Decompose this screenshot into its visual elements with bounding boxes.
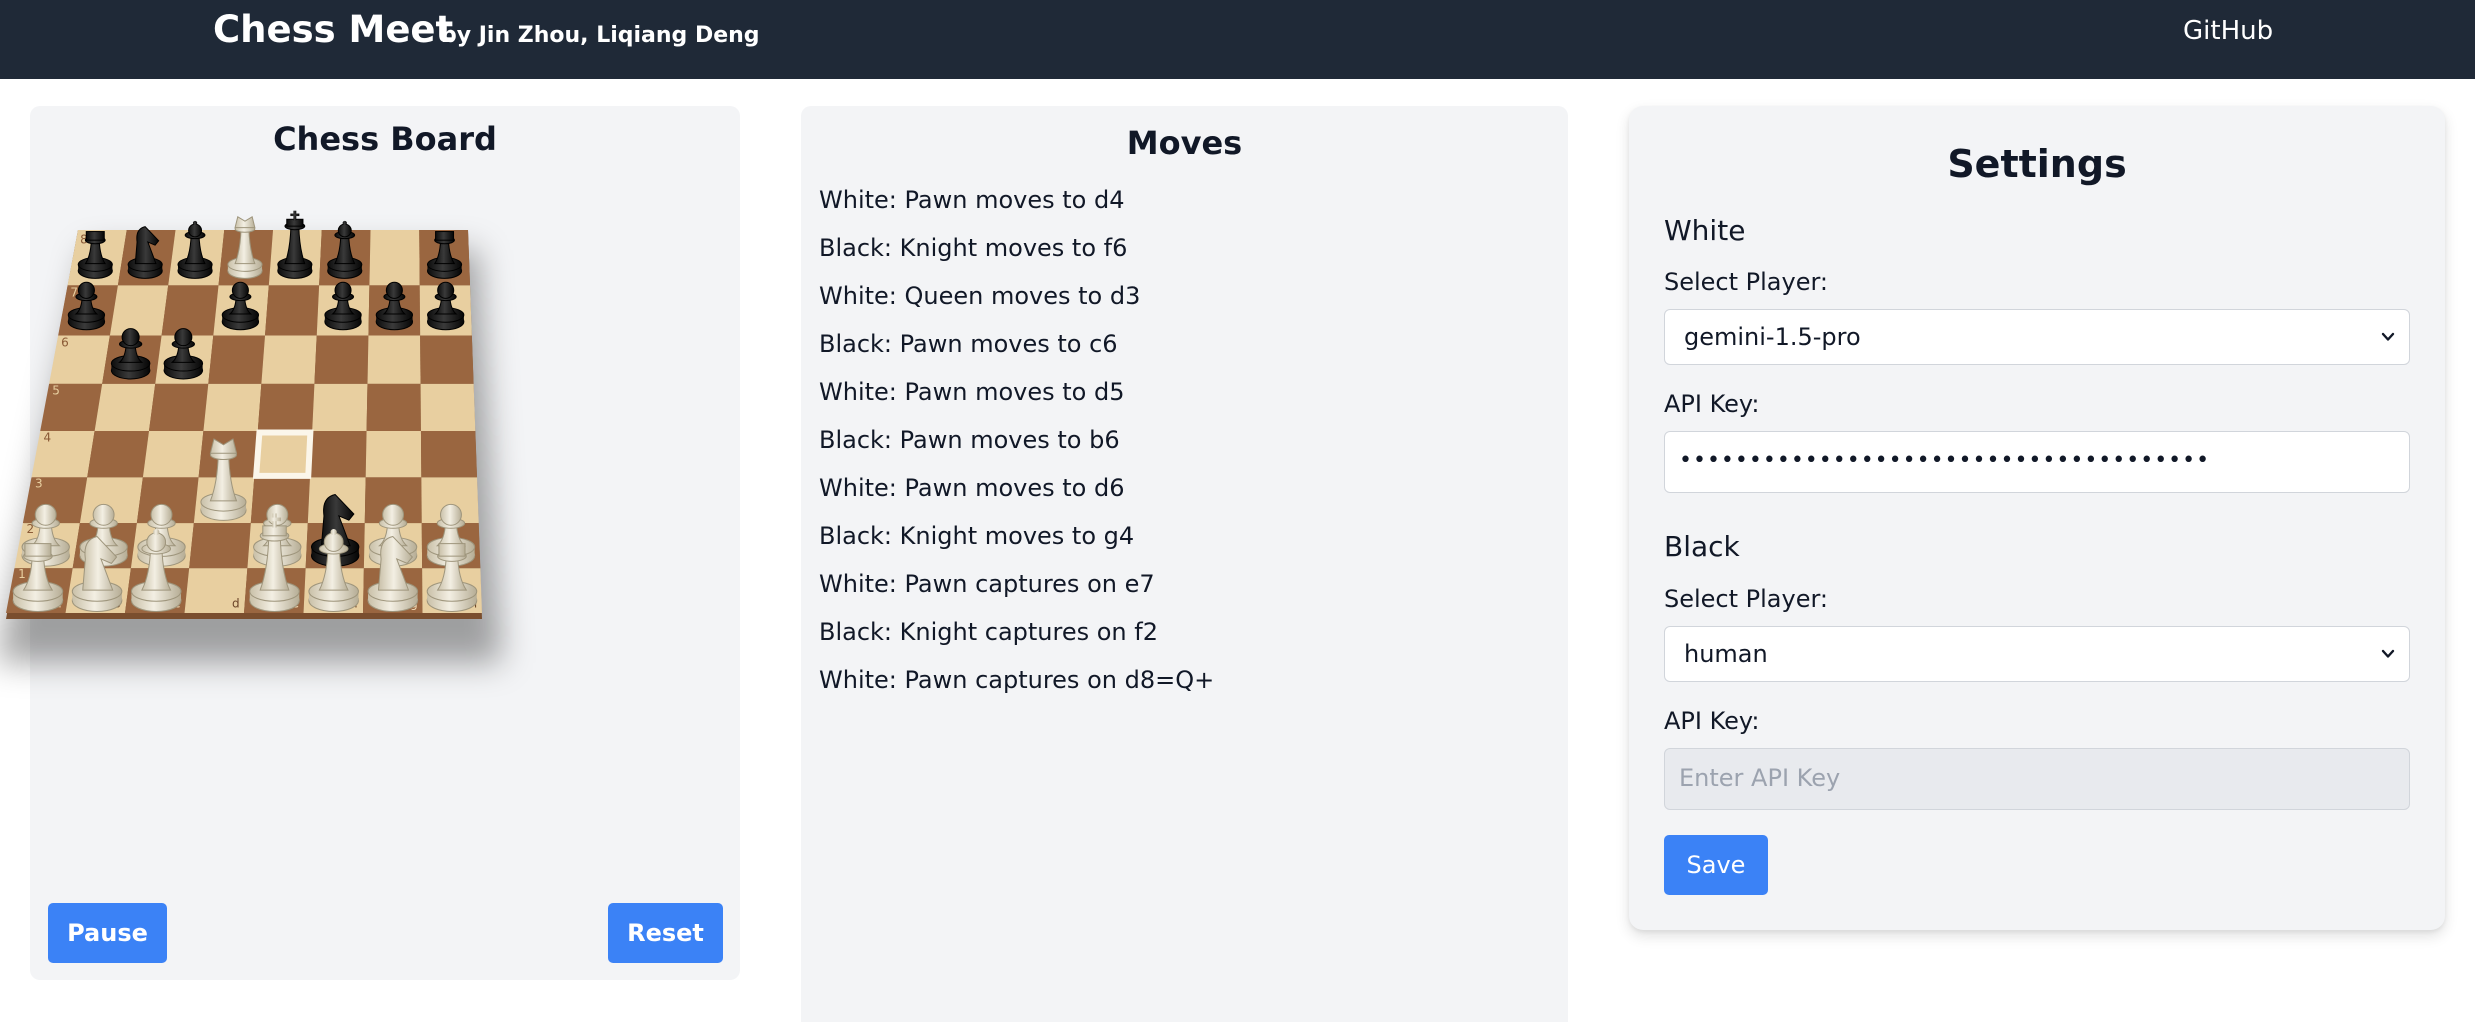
rank-label-4: 4 bbox=[44, 430, 52, 444]
board-square-b4[interactable] bbox=[87, 431, 149, 478]
board-square-b5[interactable] bbox=[94, 383, 156, 432]
move-item: White: Pawn captures on e7 bbox=[819, 570, 1155, 598]
board-square-d6[interactable] bbox=[208, 335, 266, 384]
board-square-a6[interactable] bbox=[49, 335, 110, 384]
black-player-select[interactable]: human bbox=[1664, 626, 2410, 682]
move-list: White: Pawn moves to d4 Black: Knight mo… bbox=[819, 176, 1214, 704]
board-square-g4[interactable] bbox=[365, 431, 422, 478]
board-square-d2[interactable] bbox=[189, 523, 251, 569]
rank-label-3: 3 bbox=[35, 476, 43, 490]
settings-title: Settings bbox=[1947, 142, 2127, 186]
app-authors: by Jin Zhou, Liqiang Deng bbox=[441, 23, 760, 48]
github-link[interactable]: GitHub bbox=[2183, 16, 2273, 46]
board-square-e5[interactable] bbox=[257, 383, 315, 432]
board-square-f5[interactable] bbox=[312, 383, 368, 432]
board-square-g8[interactable] bbox=[369, 230, 420, 286]
moves-panel: Moves White: Pawn moves to d4 Black: Kni… bbox=[801, 106, 1568, 1022]
settings-panel: Settings White Select Player: gemini-1.5… bbox=[1629, 106, 2445, 930]
board-square-g5[interactable] bbox=[366, 383, 421, 432]
rank-label-6: 6 bbox=[61, 335, 69, 349]
board-square-e4[interactable] bbox=[254, 431, 313, 478]
board-square-e7[interactable] bbox=[265, 285, 320, 336]
rank-label-5: 5 bbox=[52, 383, 60, 397]
black-api-key-label: API Key: bbox=[1664, 707, 1760, 735]
app-title: Chess Meet bbox=[213, 8, 454, 51]
move-item: Black: Knight moves to f6 bbox=[819, 234, 1128, 262]
black-section-heading: Black bbox=[1664, 530, 1740, 563]
move-item: White: Queen moves to d3 bbox=[819, 282, 1141, 310]
move-item: White: Pawn captures on d8=Q+ bbox=[819, 666, 1215, 694]
board-square-c5[interactable] bbox=[148, 383, 209, 432]
black-api-key-input[interactable]: Enter API Key bbox=[1664, 748, 2410, 810]
black-api-key-placeholder: Enter API Key bbox=[1679, 764, 1841, 792]
move-item: White: Pawn moves to d4 bbox=[819, 186, 1125, 214]
black-select-player-label: Select Player: bbox=[1664, 585, 1829, 613]
board-square-g6[interactable] bbox=[367, 335, 421, 384]
rank-label-1: 1 bbox=[18, 567, 26, 581]
move-item: White: Pawn moves to d5 bbox=[819, 378, 1125, 406]
moves-title: Moves bbox=[1126, 124, 1243, 162]
save-button[interactable]: Save bbox=[1664, 835, 1768, 895]
white-player-value: gemini-1.5-pro bbox=[1684, 323, 1861, 351]
file-label-d: d bbox=[232, 597, 240, 611]
top-navbar: Chess Meet by Jin Zhou, Liqiang Deng Git… bbox=[0, 0, 2475, 79]
reset-button[interactable]: Reset bbox=[608, 903, 723, 963]
chevron-down-icon bbox=[2381, 332, 2395, 341]
move-item: Black: Knight captures on f2 bbox=[819, 618, 1158, 646]
black-player-value: human bbox=[1684, 640, 1768, 668]
board-square-c7[interactable] bbox=[161, 285, 219, 336]
move-item: White: Pawn moves to d6 bbox=[819, 474, 1125, 502]
move-item: Black: Pawn moves to b6 bbox=[819, 426, 1120, 454]
board-square-h4[interactable] bbox=[420, 431, 478, 478]
board-square-e6[interactable] bbox=[261, 335, 317, 384]
board-square-f4[interactable] bbox=[309, 431, 367, 478]
board-square-h6[interactable] bbox=[420, 335, 474, 384]
board-square-b7[interactable] bbox=[109, 285, 169, 336]
board-square-a4[interactable] bbox=[31, 431, 95, 478]
board-square-c4[interactable] bbox=[142, 431, 204, 478]
move-item: Black: Knight moves to g4 bbox=[819, 522, 1135, 550]
chevron-down-icon bbox=[2381, 649, 2395, 658]
board-square-a5[interactable] bbox=[40, 383, 103, 432]
white-player-select[interactable]: gemini-1.5-pro bbox=[1664, 309, 2410, 365]
board-square-f6[interactable] bbox=[314, 335, 369, 384]
chess-board-panel: Chess Board abcdefgh12345678 Pause Reset bbox=[0, 106, 740, 980]
chess-board-title: Chess Board bbox=[273, 120, 497, 158]
move-item: Black: Pawn moves to c6 bbox=[819, 330, 1118, 358]
pause-button[interactable]: Pause bbox=[48, 903, 167, 963]
chess-board[interactable]: abcdefgh12345678 bbox=[0, 186, 780, 926]
board-square-d5[interactable] bbox=[203, 383, 262, 432]
white-select-player-label: Select Player: bbox=[1664, 268, 1829, 296]
white-api-key-value: •••••••••••••••••••••••••••••••••••••• bbox=[1679, 448, 2211, 473]
board-square-h5[interactable] bbox=[420, 383, 476, 432]
white-api-key-input[interactable]: •••••••••••••••••••••••••••••••••••••• bbox=[1664, 431, 2410, 493]
white-section-heading: White bbox=[1664, 214, 1746, 247]
white-api-key-label: API Key: bbox=[1664, 390, 1760, 418]
